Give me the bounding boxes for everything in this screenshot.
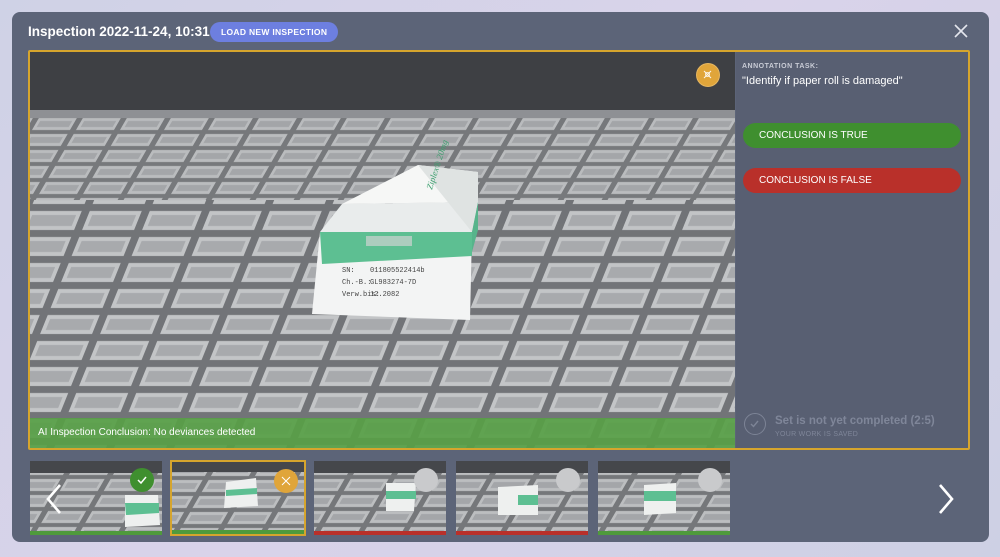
thumbnail-status-bar <box>598 531 730 535</box>
annotation-task-text: "Identify if paper roll is damaged" <box>742 75 903 87</box>
thumbnail-status-bar <box>314 531 446 535</box>
pending-status-badge <box>696 63 720 87</box>
conclusion-false-button[interactable]: CONCLUSION IS FALSE <box>743 168 961 193</box>
thumbnail-status-bar <box>172 530 304 534</box>
ai-conclusion-bar: AI Inspection Conclusion: No deviances d… <box>30 418 735 448</box>
saved-status: YOUR WORK IS SAVED <box>775 431 859 438</box>
empty-circle-icon <box>556 468 580 492</box>
thumbnail-3[interactable] <box>314 461 446 535</box>
completion-status: Set is not yet completed (2:5) <box>775 415 935 427</box>
empty-circle-icon <box>698 468 722 492</box>
thumbnail-5[interactable] <box>598 461 730 535</box>
modal-header: Inspection 2022-11-24, 10:31 LOAD NEW IN… <box>12 12 989 52</box>
svg-text:12.2082: 12.2082 <box>370 291 399 299</box>
annotation-panel: ANNOTATION TASK: "Identify if paper roll… <box>736 52 968 448</box>
svg-text:011805522414b: 011805522414b <box>370 267 425 275</box>
thumbnail-2[interactable] <box>170 460 306 536</box>
svg-text:SN:: SN: <box>342 267 355 275</box>
svg-text:GL983274-7D: GL983274-7D <box>370 279 416 287</box>
annotation-task-label: ANNOTATION TASK: <box>742 63 819 70</box>
chevron-left-icon[interactable] <box>42 482 66 516</box>
inspection-photo: SN: 011805522414b Ch.-B.: GL983274-7D Ve… <box>30 52 735 448</box>
empty-circle-icon <box>414 468 438 492</box>
check-icon <box>130 468 154 492</box>
inspection-image-viewer[interactable]: SN: 011805522414b Ch.-B.: GL983274-7D Ve… <box>30 52 735 448</box>
conclusion-true-button[interactable]: CONCLUSION IS TRUE <box>743 123 961 148</box>
check-circle-icon <box>744 413 766 435</box>
inspection-title: Inspection 2022-11-24, 10:31 <box>28 24 210 39</box>
thumbnail-status-bar <box>456 531 588 535</box>
thumbnail-4[interactable] <box>456 461 588 535</box>
thumbnail-status-bar <box>30 531 162 535</box>
load-new-inspection-button[interactable]: LOAD NEW INSPECTION <box>210 22 339 42</box>
ai-conclusion-text: AI Inspection Conclusion: No deviances d… <box>38 427 256 438</box>
inspection-workspace: SN: 011805522414b Ch.-B.: GL983274-7D Ve… <box>28 50 970 450</box>
close-icon[interactable] <box>952 22 970 40</box>
pending-icon <box>274 469 298 493</box>
svg-text:Ch.-B.:: Ch.-B.: <box>342 279 371 287</box>
chevron-right-icon[interactable] <box>934 482 958 516</box>
pending-icon <box>703 70 712 79</box>
thumbnail-strip <box>30 460 735 536</box>
inspection-modal: Inspection 2022-11-24, 10:31 LOAD NEW IN… <box>12 12 989 542</box>
